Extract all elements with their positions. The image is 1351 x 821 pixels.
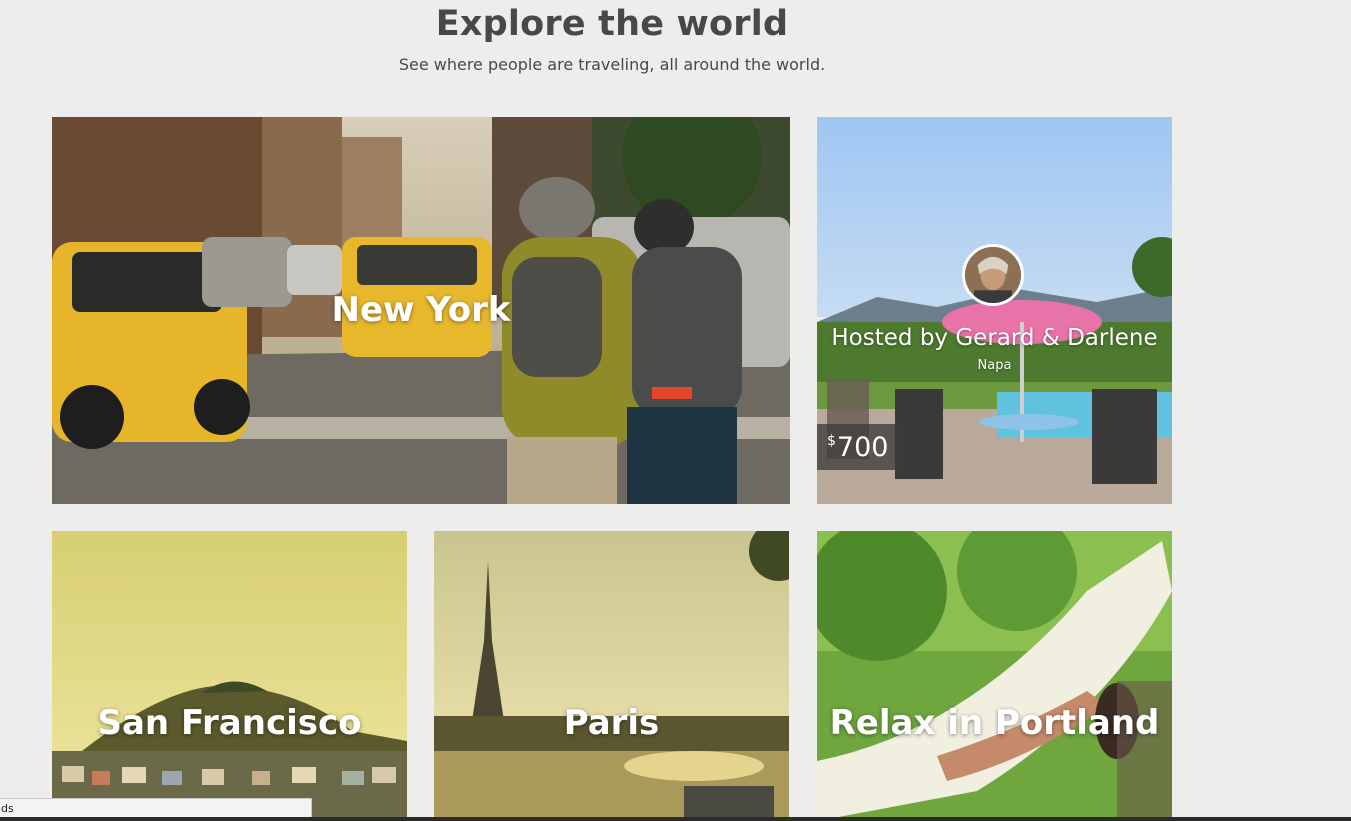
price-currency: $ bbox=[827, 433, 836, 449]
host-avatar[interactable] bbox=[962, 244, 1024, 306]
paris-photo bbox=[434, 531, 789, 821]
portland-hammock-photo bbox=[817, 531, 1172, 821]
card-title-san-francisco: San Francisco bbox=[97, 703, 362, 743]
host-card-napa[interactable]: Hosted by Gerard & Darlene Napa $ 700 bbox=[817, 117, 1172, 504]
destination-card-paris[interactable]: Paris bbox=[434, 531, 789, 821]
destination-card-new-york[interactable]: New York bbox=[52, 117, 790, 504]
destination-card-portland[interactable]: Relax in Portland bbox=[817, 531, 1172, 821]
page-subtitle: See where people are traveling, all arou… bbox=[398, 55, 826, 74]
price-tag: $ 700 bbox=[817, 424, 900, 470]
card-title-new-york: New York bbox=[331, 290, 511, 330]
host-name: Hosted by Gerard & Darlene bbox=[831, 325, 1158, 351]
price-value: 700 bbox=[836, 431, 889, 463]
san-francisco-photo bbox=[52, 531, 407, 821]
window-bottom-edge bbox=[0, 817, 1351, 821]
browser-status-bar: ds bbox=[0, 798, 312, 817]
page-title: Explore the world bbox=[435, 4, 789, 44]
card-title-portland: Relax in Portland bbox=[829, 703, 1160, 743]
destination-card-san-francisco[interactable]: San Francisco bbox=[52, 531, 407, 821]
card-title-paris: Paris bbox=[563, 703, 660, 743]
explore-page: Explore the world See where people are t… bbox=[0, 0, 1351, 821]
host-location: Napa bbox=[977, 358, 1012, 373]
